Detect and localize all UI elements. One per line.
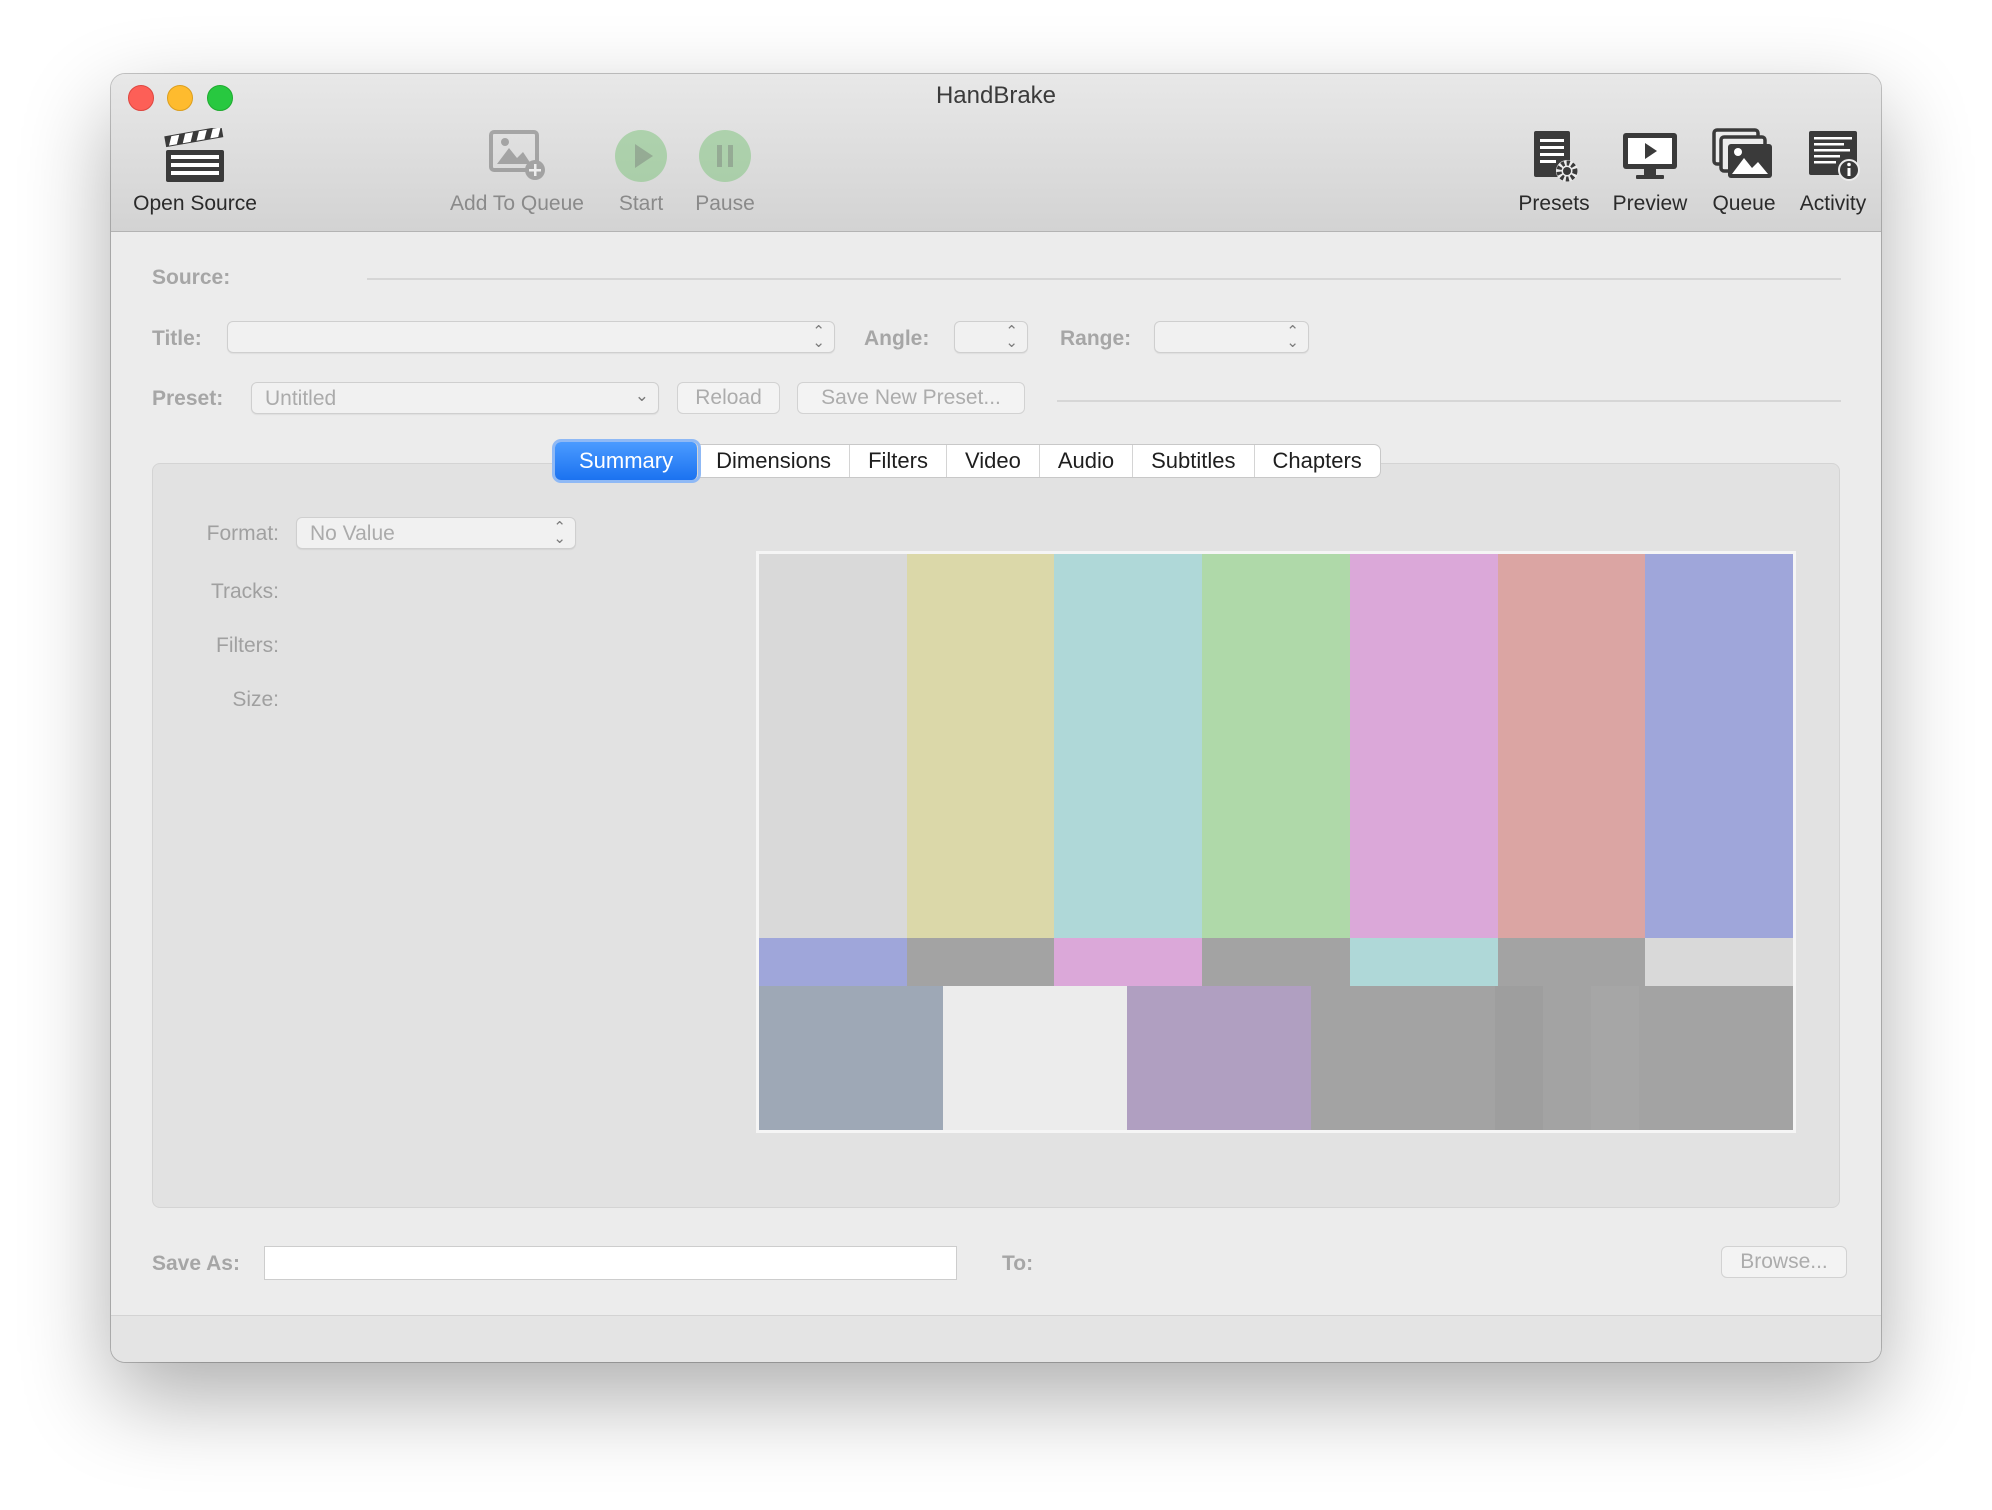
color-bar-top bbox=[1054, 554, 1203, 938]
stacked-images-icon bbox=[1712, 128, 1772, 178]
chevron-down-icon: ⌄ bbox=[634, 386, 649, 405]
preview-image bbox=[756, 551, 1796, 1133]
color-bar-bottom bbox=[1543, 986, 1591, 1130]
color-bar-bottom bbox=[943, 986, 1127, 1130]
format-value: No Value bbox=[310, 522, 395, 545]
save-new-preset-button[interactable]: Save New Preset... bbox=[797, 382, 1025, 414]
presets-label: Presets bbox=[1518, 192, 1590, 215]
activity-label: Activity bbox=[1799, 192, 1867, 215]
updown-chevron-icon: ⌃ ⌄ bbox=[1286, 323, 1299, 351]
presets-button[interactable]: Presets bbox=[1504, 128, 1604, 216]
size-label: Size: bbox=[232, 688, 279, 711]
window-title: HandBrake bbox=[935, 82, 1057, 109]
color-bar-top bbox=[906, 554, 1055, 938]
tab-audio[interactable]: Audio bbox=[1040, 445, 1134, 477]
save-as-field[interactable] bbox=[264, 1246, 957, 1280]
titlebar-toolbar: HandBrake Open Source Add To Queue Start… bbox=[111, 74, 1881, 232]
updown-chevron-icon: ⌃ ⌄ bbox=[812, 323, 825, 351]
pause-label: Pause bbox=[695, 192, 755, 215]
color-bar-middle bbox=[1349, 938, 1498, 986]
angle-popup[interactable]: ⌃ ⌄ bbox=[954, 321, 1028, 353]
color-bar-bottom bbox=[1127, 986, 1311, 1130]
browse-button[interactable]: Browse... bbox=[1721, 1246, 1847, 1278]
color-bar-bottom bbox=[1495, 986, 1543, 1130]
color-bar-bottom bbox=[1591, 986, 1639, 1130]
tab-subtitles[interactable]: Subtitles bbox=[1133, 445, 1255, 477]
tab-video[interactable]: Video bbox=[947, 445, 1040, 477]
activity-log-icon bbox=[1809, 131, 1860, 181]
color-bar-top bbox=[1349, 554, 1498, 938]
tab-summary[interactable]: Summary bbox=[555, 442, 699, 480]
tab-dimensions[interactable]: Dimensions bbox=[698, 445, 851, 477]
tab-chapters[interactable]: Chapters bbox=[1255, 445, 1380, 477]
pause-button[interactable]: Pause bbox=[680, 128, 770, 216]
color-bar-middle bbox=[1054, 938, 1203, 986]
source-label: Source: bbox=[152, 266, 231, 289]
start-button[interactable]: Start bbox=[601, 128, 681, 216]
activity-button[interactable]: Activity bbox=[1787, 128, 1879, 216]
clapperboard-icon bbox=[164, 128, 224, 182]
preset-value: Untitled bbox=[265, 387, 337, 410]
preview-label: Preview bbox=[1612, 192, 1688, 215]
preset-label: Preset: bbox=[152, 387, 224, 410]
add-image-icon bbox=[489, 130, 545, 180]
updown-chevron-icon: ⌃ ⌄ bbox=[553, 519, 566, 547]
status-bar bbox=[111, 1315, 1881, 1362]
queue-button[interactable]: Queue bbox=[1702, 128, 1786, 216]
tab-bar: Summary Dimensions Filters Video Audio S… bbox=[554, 442, 1381, 480]
add-to-queue-label: Add To Queue bbox=[450, 192, 584, 215]
color-bar-top bbox=[759, 554, 907, 938]
range-popup[interactable]: ⌃ ⌄ bbox=[1154, 321, 1309, 353]
color-bar-middle bbox=[906, 938, 1055, 986]
color-bar-middle bbox=[1202, 938, 1351, 986]
monitor-play-icon bbox=[1623, 133, 1677, 179]
filters-label: Filters: bbox=[216, 634, 279, 657]
angle-label: Angle: bbox=[864, 327, 930, 350]
color-bar-middle bbox=[1497, 938, 1646, 986]
start-label: Start bbox=[618, 192, 664, 215]
color-bar-bottom bbox=[1311, 986, 1495, 1130]
preset-separator bbox=[1057, 400, 1841, 402]
add-to-queue-button[interactable]: Add To Queue bbox=[437, 128, 597, 216]
color-bar-bottom bbox=[759, 986, 943, 1130]
play-icon bbox=[615, 130, 667, 182]
title-label: Title: bbox=[152, 327, 202, 350]
preview-button[interactable]: Preview bbox=[1600, 128, 1700, 216]
color-bar-middle bbox=[1645, 938, 1794, 986]
presets-gear-icon bbox=[1534, 131, 1578, 182]
handbrake-window: HandBrake Open Source Add To Queue Start… bbox=[111, 74, 1881, 1362]
color-bar-middle bbox=[759, 938, 907, 986]
open-source-button[interactable]: Open Source bbox=[125, 128, 265, 216]
preset-popup[interactable]: Untitled ⌄ bbox=[251, 382, 659, 414]
format-label: Format: bbox=[206, 522, 279, 545]
tab-filters[interactable]: Filters bbox=[850, 445, 947, 477]
queue-label: Queue bbox=[1712, 192, 1776, 215]
save-as-label: Save As: bbox=[152, 1252, 240, 1275]
source-separator bbox=[367, 278, 1841, 280]
reload-button[interactable]: Reload bbox=[677, 382, 780, 414]
open-source-label: Open Source bbox=[133, 192, 257, 215]
color-bar-top bbox=[1497, 554, 1646, 938]
to-label: To: bbox=[1002, 1252, 1034, 1275]
title-popup[interactable]: ⌃ ⌄ bbox=[227, 321, 835, 353]
updown-chevron-icon: ⌃ ⌄ bbox=[1005, 323, 1018, 351]
color-bar-bottom bbox=[1639, 986, 1793, 1130]
color-bar-top bbox=[1645, 554, 1794, 938]
range-label: Range: bbox=[1060, 327, 1132, 350]
format-popup[interactable]: No Value ⌃ ⌄ bbox=[296, 517, 576, 549]
color-bar-top bbox=[1202, 554, 1351, 938]
tracks-label: Tracks: bbox=[210, 580, 279, 603]
pause-icon bbox=[699, 130, 751, 182]
